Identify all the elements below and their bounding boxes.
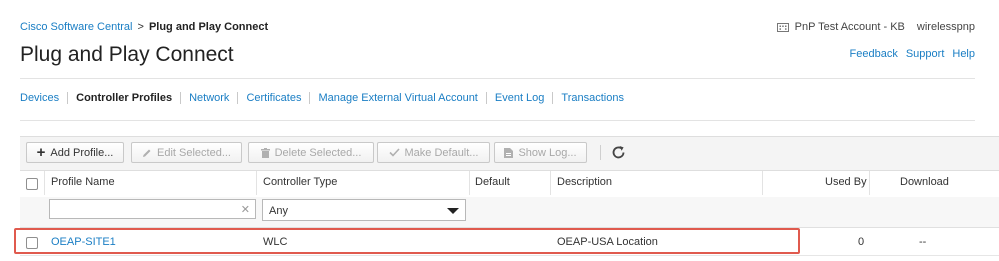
column-divider: [44, 171, 45, 195]
building-icon: [776, 23, 789, 32]
breadcrumb-current: Plug and Play Connect: [148, 21, 269, 33]
add-profile-label: Add Profile...: [50, 146, 114, 159]
document-icon: [504, 147, 514, 158]
breadcrumb-link-cisco-software-central[interactable]: Cisco Software Central: [20, 21, 133, 33]
edit-selected-label: Edit Selected...: [157, 146, 231, 159]
profile-name-filter-input[interactable]: ✕: [49, 199, 256, 219]
tabs-divider: [20, 120, 975, 121]
edit-selected-button[interactable]: Edit Selected...: [131, 142, 242, 163]
user-name[interactable]: wirelesspnp: [917, 21, 975, 33]
select-all-checkbox[interactable]: [26, 178, 38, 190]
clear-icon[interactable]: ✕: [241, 203, 250, 216]
column-divider: [869, 171, 870, 195]
column-divider: [469, 171, 470, 195]
controller-type-filter-value: Any: [269, 205, 288, 217]
toolbar-separator: [600, 145, 601, 160]
make-default-label: Make Default...: [404, 146, 479, 159]
column-header-description[interactable]: Description: [557, 176, 612, 188]
refresh-icon[interactable]: [611, 145, 626, 160]
controller-type-filter-select[interactable]: Any: [262, 199, 466, 221]
pencil-icon: [143, 149, 151, 157]
breadcrumb-separator: >: [137, 21, 144, 33]
account-info: PnP Test Account - KB wirelesspnp: [776, 21, 975, 33]
row-highlight-outline: [14, 228, 800, 254]
column-divider: [550, 171, 551, 195]
help-link[interactable]: Help: [952, 48, 975, 60]
tab-certificates[interactable]: Certificates: [237, 92, 309, 104]
top-links: Feedback Support Help: [850, 48, 975, 60]
checkmark-icon: [388, 148, 400, 157]
download-cell: --: [919, 236, 927, 248]
delete-selected-button[interactable]: Delete Selected...: [248, 142, 374, 163]
column-header-used-by[interactable]: Used By: [825, 176, 867, 188]
support-link[interactable]: Support: [906, 48, 945, 60]
column-header-profile-name[interactable]: Profile Name: [51, 176, 115, 188]
delete-selected-label: Delete Selected...: [274, 146, 362, 159]
tab-controller-profiles[interactable]: Controller Profiles: [67, 92, 180, 104]
tab-event-log[interactable]: Event Log: [485, 92, 553, 104]
used-by-cell: 0: [858, 236, 865, 248]
column-header-controller-type[interactable]: Controller Type: [263, 176, 337, 188]
column-header-download[interactable]: Download: [900, 176, 949, 188]
header-divider: [20, 78, 975, 79]
tab-bar: Devices Controller Profiles Network Cert…: [20, 92, 632, 104]
plus-icon: +: [36, 143, 46, 161]
show-log-label: Show Log...: [518, 146, 577, 159]
account-name[interactable]: PnP Test Account - KB: [795, 21, 905, 33]
show-log-button[interactable]: Show Log...: [494, 142, 587, 163]
tab-devices[interactable]: Devices: [20, 92, 67, 104]
column-divider: [762, 171, 763, 195]
trash-icon: [260, 147, 270, 158]
tab-manage-external-virtual-account[interactable]: Manage External Virtual Account: [309, 92, 485, 104]
page-title: Plug and Play Connect: [20, 43, 234, 66]
tab-transactions[interactable]: Transactions: [552, 92, 632, 104]
feedback-link[interactable]: Feedback: [850, 48, 898, 60]
column-divider: [256, 171, 257, 195]
column-header-default[interactable]: Default: [475, 176, 510, 188]
breadcrumb: Cisco Software Central > Plug and Play C…: [20, 21, 268, 33]
make-default-button[interactable]: Make Default...: [377, 142, 490, 163]
tab-network[interactable]: Network: [180, 92, 237, 104]
add-profile-button[interactable]: + Add Profile...: [26, 142, 124, 163]
caret-down-icon: [447, 208, 459, 214]
